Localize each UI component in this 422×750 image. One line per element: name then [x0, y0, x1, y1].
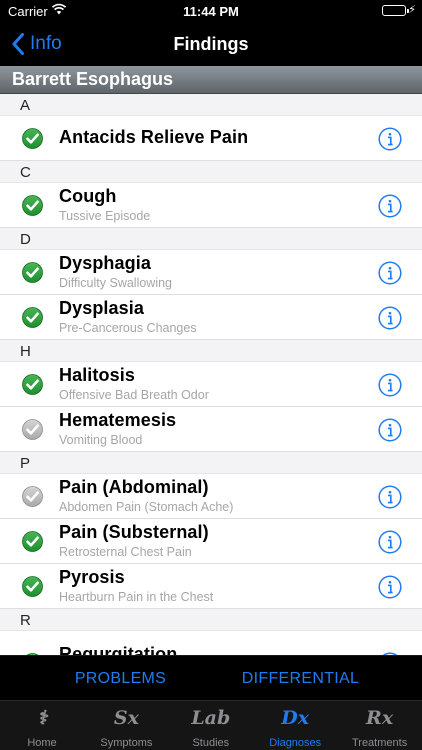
finding-subtitle: Offensive Bad Breath Odor — [59, 388, 209, 402]
section-header-a: A — [0, 94, 422, 116]
rx-icon: Rx — [366, 707, 394, 729]
navigation-bar: Info Findings — [0, 22, 422, 66]
checkmark-gray-icon[interactable] — [22, 419, 43, 440]
status-bar: Carrier 11:44 PM ⚡ — [0, 0, 422, 22]
tab-studies[interactable]: Lab Studies — [169, 701, 253, 750]
battery-icon — [382, 5, 409, 16]
checkmark-green-icon[interactable] — [22, 195, 43, 216]
checkmark-green-icon[interactable] — [22, 531, 43, 552]
info-icon[interactable] — [378, 261, 402, 285]
disease-title: Barrett Esophagus — [0, 66, 422, 94]
finding-subtitle: Vomiting Blood — [59, 433, 143, 447]
finding-title: Cough — [59, 186, 117, 206]
list-item[interactable]: Regurgitation — [0, 631, 422, 655]
finding-subtitle: Pre-Cancerous Changes — [59, 321, 197, 335]
section-header-p: P — [0, 452, 422, 474]
tab-home[interactable]: ⚕ Home — [0, 701, 84, 750]
section-header-c: C — [0, 161, 422, 183]
list-item[interactable]: Hematemesis Vomiting Blood — [0, 407, 422, 452]
segment-bar: PROBLEMS DIFFERENTIAL — [0, 655, 422, 700]
finding-subtitle: Retrosternal Chest Pain — [59, 545, 192, 559]
checkmark-gray-icon[interactable] — [22, 486, 43, 507]
problems-button[interactable]: PROBLEMS — [38, 656, 203, 701]
tab-treatments[interactable]: Rx Treatments — [338, 701, 422, 750]
checkmark-green-icon[interactable] — [22, 128, 43, 149]
charging-bolt-icon: ⚡ — [408, 4, 416, 16]
checkmark-green-icon[interactable] — [22, 374, 43, 395]
finding-title: Antacids Relieve Pain — [59, 127, 249, 147]
finding-title: Dysplasia — [59, 298, 144, 318]
info-icon[interactable] — [378, 530, 402, 554]
checkmark-green-icon[interactable] — [22, 262, 43, 283]
list-item[interactable]: Dysphagia Difficulty Swallowing — [0, 250, 422, 295]
clock: 11:44 PM — [183, 4, 239, 19]
finding-subtitle: Heartburn Pain in the Chest — [59, 590, 214, 604]
section-header-r: R — [0, 609, 422, 631]
info-icon[interactable] — [378, 194, 402, 218]
tab-diagnoses[interactable]: Dx Diagnoses — [253, 701, 337, 750]
section-header-h: H — [0, 340, 422, 362]
finding-subtitle: Tussive Episode — [59, 209, 151, 223]
differential-button[interactable]: DIFFERENTIAL — [218, 656, 383, 701]
dx-icon: Dx — [281, 707, 310, 729]
info-icon[interactable] — [378, 373, 402, 397]
finding-subtitle: Abdomen Pain (Stomach Ache) — [59, 500, 234, 514]
finding-title: Pyrosis — [59, 567, 125, 587]
tab-label: Studies — [192, 737, 230, 749]
tab-bar: ⚕ Home Sx Symptoms Lab Studies Dx Diagnoses Rx Tr… — [0, 700, 422, 750]
finding-title: Halitosis — [59, 365, 135, 385]
finding-title: Regurgitation — [59, 644, 178, 655]
page-title: Findings — [173, 34, 249, 54]
tab-label: Home — [27, 737, 57, 749]
finding-subtitle: Difficulty Swallowing — [59, 276, 173, 290]
finding-title: Pain (Substernal) — [59, 522, 209, 542]
tab-label: Symptoms — [100, 737, 153, 749]
finding-title: Pain (Abdominal) — [59, 477, 209, 497]
list-item[interactable]: Cough Tussive Episode — [0, 183, 422, 228]
finding-title: Hematemesis — [59, 410, 177, 430]
info-icon[interactable] — [378, 418, 402, 442]
findings-list[interactable]: A Antacids Relieve Pain C Cough Tussive Epis… — [0, 94, 422, 655]
list-item[interactable]: Pyrosis Heartburn Pain in the Chest — [0, 564, 422, 609]
caduceus-icon: ⚕ — [36, 707, 48, 729]
list-item[interactable]: Dysplasia Pre-Cancerous Changes — [0, 295, 422, 340]
list-item[interactable]: Pain (Substernal) Retrosternal Chest Pain — [0, 519, 422, 564]
checkmark-green-icon[interactable] — [22, 307, 43, 328]
lab-icon: Lab — [191, 707, 231, 729]
tab-label: Diagnoses — [269, 737, 322, 749]
tab-label: Treatments — [351, 737, 408, 749]
info-icon[interactable] — [378, 575, 402, 599]
list-item[interactable]: Pain (Abdominal) Abdomen Pain (Stomach Ac… — [0, 474, 422, 519]
info-icon[interactable] — [378, 127, 402, 151]
list-item[interactable]: Antacids Relieve Pain — [0, 116, 422, 161]
info-icon[interactable] — [378, 306, 402, 330]
info-icon[interactable] — [378, 485, 402, 509]
sx-icon: Sx — [113, 707, 139, 729]
section-header-d: D — [0, 228, 422, 250]
checkmark-green-icon[interactable] — [22, 576, 43, 597]
list-item[interactable]: Halitosis Offensive Bad Breath Odor — [0, 362, 422, 407]
tab-symptoms[interactable]: Sx Symptoms — [84, 701, 168, 750]
finding-title: Dysphagia — [59, 253, 151, 273]
